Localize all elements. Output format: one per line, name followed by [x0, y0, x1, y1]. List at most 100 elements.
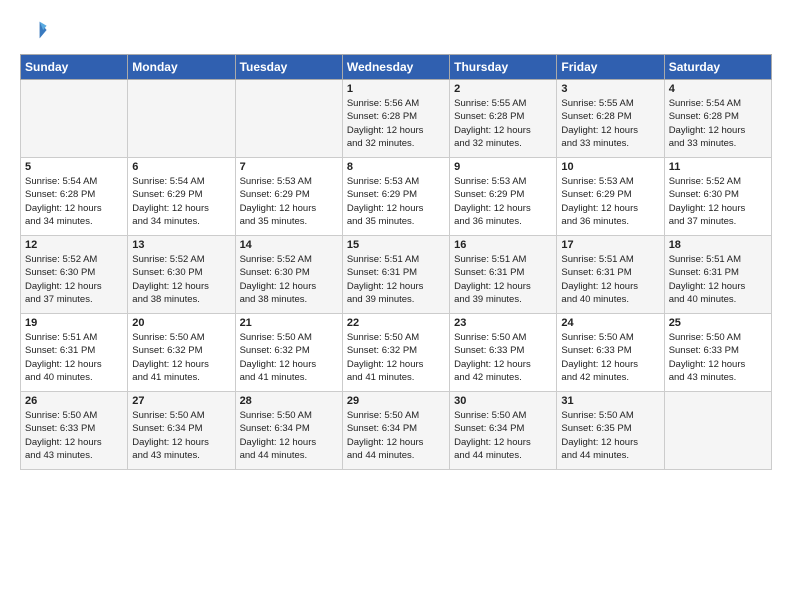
day-info: Sunrise: 5:51 AM Sunset: 6:31 PM Dayligh…: [669, 253, 767, 306]
day-cell: 15Sunrise: 5:51 AM Sunset: 6:31 PM Dayli…: [342, 236, 449, 314]
day-cell: 6 Sunrise: 5:54 AM Sunset: 6:29 PM Daylig…: [128, 158, 235, 236]
header-cell-wednesday: Wednesday: [342, 55, 449, 80]
day-info: Sunrise: 5:50 AM Sunset: 6:32 PM Dayligh…: [347, 331, 445, 384]
day-info: Sunrise: 5:54 AM Sunset: 6:28 PM Dayligh…: [25, 175, 123, 228]
day-cell: 14Sunrise: 5:52 AM Sunset: 6:30 PM Dayli…: [235, 236, 342, 314]
day-number: 12: [25, 239, 123, 251]
day-cell: 10 Sunrise: 5:53 AM Sunset: 6:29 PM Dayli…: [557, 158, 664, 236]
day-info: Sunrise: 5:52 AM Sunset: 6:30 PM Dayligh…: [25, 253, 123, 306]
day-info: Sunrise: 5:53 AM Sunset: 6:29 PM Dayligh…: [561, 175, 659, 228]
week-row-3: 12 Sunrise: 5:52 AM Sunset: 6:30 PM Dayli…: [21, 236, 772, 314]
day-number: 31: [561, 395, 659, 407]
day-cell: 25 Sunrise: 5:50 AM Sunset: 6:33 PM Dayli…: [664, 314, 771, 392]
day-cell: 12 Sunrise: 5:52 AM Sunset: 6:30 PM Dayli…: [21, 236, 128, 314]
day-cell: 18 Sunrise: 5:51 AM Sunset: 6:31 PM Dayli…: [664, 236, 771, 314]
day-info: Sunrise: 5:51 AM Sunset: 6:31 PM Dayligh…: [25, 331, 123, 384]
day-number: 9: [454, 161, 552, 173]
day-info: Sunrise: 5:50 AM Sunset: 6:33 PM Dayligh…: [669, 331, 767, 384]
week-row-1: 1 Sunrise: 5:56 AM Sunset: 6:28 PM Daylig…: [21, 80, 772, 158]
day-number: 6: [132, 161, 230, 173]
day-cell: 22 Sunrise: 5:50 AM Sunset: 6:32 PM Dayli…: [342, 314, 449, 392]
week-row-5: 26 Sunrise: 5:50 AM Sunset: 6:33 PM Dayli…: [21, 392, 772, 470]
day-info: Sunrise: 5:50 AM Sunset: 6:35 PM Dayligh…: [561, 409, 659, 462]
day-cell: 21 Sunrise: 5:50 AM Sunset: 6:32 PM Dayli…: [235, 314, 342, 392]
day-cell: [128, 80, 235, 158]
day-cell: 4Sunrise: 5:54 AM Sunset: 6:28 PM Daylig…: [664, 80, 771, 158]
day-number: 26: [25, 395, 123, 407]
day-cell: 3 Sunrise: 5:55 AM Sunset: 6:28 PM Daylig…: [557, 80, 664, 158]
day-number: 30: [454, 395, 552, 407]
header-cell-sunday: Sunday: [21, 55, 128, 80]
day-cell: 9 Sunrise: 5:53 AM Sunset: 6:29 PM Daylig…: [450, 158, 557, 236]
day-number: 28: [240, 395, 338, 407]
day-number: 14: [240, 239, 338, 251]
day-number: 24: [561, 317, 659, 329]
day-info: Sunrise: 5:52 AM Sunset: 6:30 PM Dayligh…: [669, 175, 767, 228]
day-info: Sunrise: 5:51 AM Sunset: 6:31 PM Dayligh…: [454, 253, 552, 306]
day-number: 4: [669, 83, 767, 95]
day-cell: [21, 80, 128, 158]
day-info: Sunrise: 5:53 AM Sunset: 6:29 PM Dayligh…: [454, 175, 552, 228]
header-cell-saturday: Saturday: [664, 55, 771, 80]
day-info: Sunrise: 5:56 AM Sunset: 6:28 PM Dayligh…: [347, 97, 445, 150]
day-info: Sunrise: 5:53 AM Sunset: 6:29 PM Dayligh…: [240, 175, 338, 228]
day-number: 21: [240, 317, 338, 329]
day-number: 11: [669, 161, 767, 173]
day-number: 10: [561, 161, 659, 173]
logo-icon: [20, 16, 48, 44]
day-number: 13: [132, 239, 230, 251]
day-cell: 13Sunrise: 5:52 AM Sunset: 6:30 PM Dayli…: [128, 236, 235, 314]
header-cell-tuesday: Tuesday: [235, 55, 342, 80]
day-cell: 26 Sunrise: 5:50 AM Sunset: 6:33 PM Dayli…: [21, 392, 128, 470]
day-cell: 17 Sunrise: 5:51 AM Sunset: 6:31 PM Dayli…: [557, 236, 664, 314]
day-number: 23: [454, 317, 552, 329]
day-number: 1: [347, 83, 445, 95]
day-number: 15: [347, 239, 445, 251]
logo: [20, 16, 50, 44]
day-cell: 24 Sunrise: 5:50 AM Sunset: 6:33 PM Dayli…: [557, 314, 664, 392]
day-number: 2: [454, 83, 552, 95]
day-cell: 5 Sunrise: 5:54 AM Sunset: 6:28 PM Daylig…: [21, 158, 128, 236]
day-number: 16: [454, 239, 552, 251]
header-cell-monday: Monday: [128, 55, 235, 80]
day-info: Sunrise: 5:50 AM Sunset: 6:33 PM Dayligh…: [25, 409, 123, 462]
header-cell-thursday: Thursday: [450, 55, 557, 80]
day-info: Sunrise: 5:54 AM Sunset: 6:29 PM Dayligh…: [132, 175, 230, 228]
day-cell: 27 Sunrise: 5:50 AM Sunset: 6:34 PM Dayli…: [128, 392, 235, 470]
calendar-table: SundayMondayTuesdayWednesdayThursdayFrid…: [20, 54, 772, 470]
header: [20, 16, 772, 44]
week-row-2: 5 Sunrise: 5:54 AM Sunset: 6:28 PM Daylig…: [21, 158, 772, 236]
day-number: 5: [25, 161, 123, 173]
week-row-4: 19 Sunrise: 5:51 AM Sunset: 6:31 PM Dayli…: [21, 314, 772, 392]
header-cell-friday: Friday: [557, 55, 664, 80]
day-cell: 2 Sunrise: 5:55 AM Sunset: 6:28 PM Daylig…: [450, 80, 557, 158]
day-info: Sunrise: 5:50 AM Sunset: 6:34 PM Dayligh…: [454, 409, 552, 462]
day-info: Sunrise: 5:55 AM Sunset: 6:28 PM Dayligh…: [454, 97, 552, 150]
day-info: Sunrise: 5:50 AM Sunset: 6:34 PM Dayligh…: [240, 409, 338, 462]
day-number: 8: [347, 161, 445, 173]
day-info: Sunrise: 5:51 AM Sunset: 6:31 PM Dayligh…: [561, 253, 659, 306]
day-info: Sunrise: 5:55 AM Sunset: 6:28 PM Dayligh…: [561, 97, 659, 150]
day-number: 3: [561, 83, 659, 95]
day-cell: 30 Sunrise: 5:50 AM Sunset: 6:34 PM Dayli…: [450, 392, 557, 470]
day-number: 22: [347, 317, 445, 329]
day-cell: 11 Sunrise: 5:52 AM Sunset: 6:30 PM Dayli…: [664, 158, 771, 236]
day-number: 19: [25, 317, 123, 329]
day-number: 25: [669, 317, 767, 329]
day-cell: 29Sunrise: 5:50 AM Sunset: 6:34 PM Dayli…: [342, 392, 449, 470]
day-info: Sunrise: 5:50 AM Sunset: 6:32 PM Dayligh…: [240, 331, 338, 384]
day-number: 27: [132, 395, 230, 407]
day-cell: 16 Sunrise: 5:51 AM Sunset: 6:31 PM Dayli…: [450, 236, 557, 314]
day-info: Sunrise: 5:53 AM Sunset: 6:29 PM Dayligh…: [347, 175, 445, 228]
day-info: Sunrise: 5:50 AM Sunset: 6:32 PM Dayligh…: [132, 331, 230, 384]
page: SundayMondayTuesdayWednesdayThursdayFrid…: [0, 0, 792, 480]
day-info: Sunrise: 5:50 AM Sunset: 6:34 PM Dayligh…: [132, 409, 230, 462]
day-number: 7: [240, 161, 338, 173]
day-number: 17: [561, 239, 659, 251]
day-number: 18: [669, 239, 767, 251]
day-cell: 8 Sunrise: 5:53 AM Sunset: 6:29 PM Daylig…: [342, 158, 449, 236]
day-info: Sunrise: 5:50 AM Sunset: 6:33 PM Dayligh…: [561, 331, 659, 384]
day-info: Sunrise: 5:50 AM Sunset: 6:34 PM Dayligh…: [347, 409, 445, 462]
day-cell: 1 Sunrise: 5:56 AM Sunset: 6:28 PM Daylig…: [342, 80, 449, 158]
day-number: 20: [132, 317, 230, 329]
